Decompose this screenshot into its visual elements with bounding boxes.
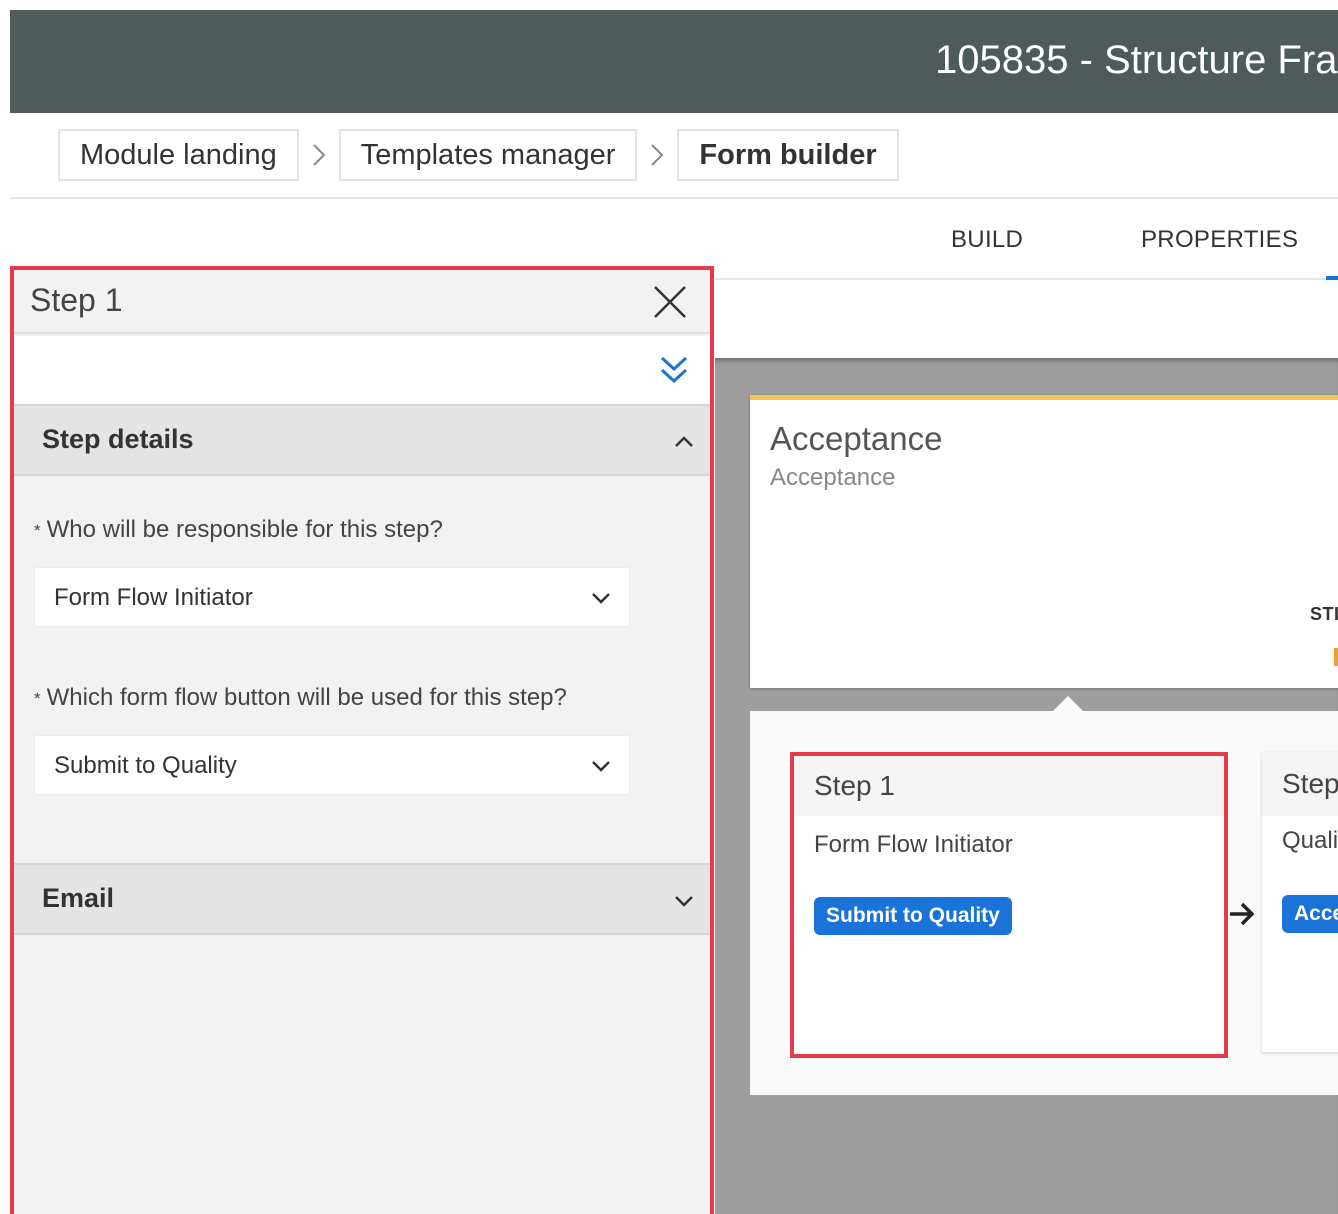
- tab-properties[interactable]: PROPERTIES: [1141, 226, 1298, 254]
- responsible-select[interactable]: Form Flow Initiator: [34, 567, 630, 627]
- flow-button-field-label: * Which form flow button will be used for…: [34, 684, 567, 712]
- chevron-up-icon: [675, 436, 693, 447]
- canvas-toolbar-area: [715, 280, 1338, 360]
- responsible-label-text: Who will be responsible for this step?: [46, 516, 443, 543]
- flow-button-select-value: Submit to Quality: [54, 752, 237, 779]
- required-marker: *: [34, 520, 41, 540]
- step-card-title: Step: [1282, 768, 1338, 799]
- step-card-button[interactable]: Acce: [1282, 895, 1338, 933]
- double-chevron-down-icon[interactable]: [656, 352, 692, 388]
- section-title: Step details: [42, 424, 194, 454]
- step-card-responsible: Quali: [1282, 827, 1338, 854]
- step-card-header: Step: [1262, 752, 1338, 816]
- panel-header: Step 1: [14, 270, 710, 334]
- breadcrumb: Module landing Templates manager Form bu…: [58, 129, 899, 181]
- phase-card-title: Acceptance: [770, 420, 943, 457]
- phase-pointer: [1052, 696, 1084, 712]
- chevron-right-icon: [299, 129, 339, 181]
- section-title: Email: [42, 883, 115, 913]
- page-title: 105835 - Structure Fra: [935, 38, 1338, 82]
- phase-card-stat-marker: [1334, 648, 1338, 666]
- breadcrumb-templates-manager[interactable]: Templates manager: [338, 129, 638, 181]
- flow-button-label-text: Which form flow button will be used for …: [46, 684, 567, 711]
- flow-button-select[interactable]: Submit to Quality: [34, 735, 630, 795]
- breadcrumb-form-builder[interactable]: Form builder: [677, 129, 899, 181]
- app-root: 105835 - Structure Fra Module landing Te…: [0, 0, 1338, 1214]
- section-email-header[interactable]: Email: [14, 863, 710, 935]
- app-header: 105835 - Structure Fra: [10, 10, 1338, 113]
- close-icon[interactable]: [650, 282, 690, 322]
- tab-build[interactable]: BUILD: [951, 226, 1023, 254]
- panel-toolbar: [14, 336, 710, 404]
- section-step-details-header[interactable]: Step details: [14, 404, 710, 476]
- header-divider: [10, 197, 1338, 199]
- responsible-select-value: Form Flow Initiator: [54, 584, 253, 611]
- responsible-field-label: * Who will be responsible for this step?: [34, 516, 443, 544]
- step-settings-panel: Step 1 Step details * Who will be respons…: [10, 266, 714, 1214]
- chevron-right-icon: [637, 129, 677, 181]
- chevron-down-icon: [592, 761, 610, 772]
- breadcrumb-module-landing[interactable]: Module landing: [58, 129, 299, 181]
- phase-card-stat-label: STI: [1310, 604, 1338, 624]
- phase-card-subtitle: Acceptance: [770, 464, 896, 491]
- required-marker: *: [34, 688, 41, 708]
- arrow-right-icon: [1230, 902, 1255, 926]
- chevron-down-icon: [592, 593, 610, 604]
- panel-title: Step 1: [30, 282, 123, 318]
- step-1-highlight: [790, 752, 1228, 1058]
- phase-card-acceptance[interactable]: Acceptance Acceptance STI: [750, 395, 1338, 688]
- step-card-2[interactable]: Step Quali Acce: [1262, 752, 1338, 1052]
- chevron-down-icon: [675, 896, 693, 907]
